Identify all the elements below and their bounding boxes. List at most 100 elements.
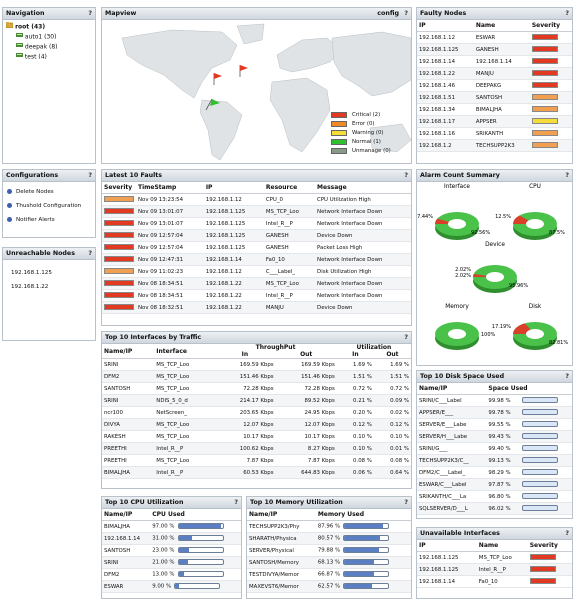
table-row[interactable]: Nov 09 13:23:54 192.168.1.12 CPU_0 CPU Util… (102, 193, 411, 206)
help-icon[interactable]: ? (565, 170, 569, 181)
table-row[interactable]: Nov 09 13:01:07 192.168.1.125 MS_TCP_Loo Ne… (102, 205, 411, 218)
help-icon[interactable]: ? (404, 8, 408, 19)
table-row[interactable]: 192.168.1.125 GANESH (417, 43, 572, 56)
tree-node-deepak[interactable]: deepak (8) (6, 42, 92, 52)
ip-cell: 192.168.1.125 (417, 563, 477, 576)
name-cell: ESWAR (473, 31, 530, 44)
table-row[interactable]: PREETHI MS_TCP_Loo 7.87 Kbps 7.87 Kbps 0.08 … (102, 454, 411, 467)
table-row[interactable]: ncr100 NetScreen_ 203.65 Kbps 24.95 Kbps 0.2… (102, 406, 411, 419)
table-row[interactable]: DIVYA MS_TCP_Loo 12.07 Kbps 12.07 Kbps 0.12 … (102, 418, 411, 431)
table-row[interactable]: DFM2/C___Label_ 98.29 % (417, 466, 572, 479)
table-row[interactable]: SRINI MS_TCP_Loo 169.59 Kbps 169.59 Kbps 1.6… (102, 358, 411, 371)
table-row[interactable]: 192.168.1.14 Fa0_10 (417, 575, 572, 588)
tree-node-test[interactable]: test (4) (6, 52, 92, 62)
table-row[interactable]: ESWAR 9.00 % (102, 580, 241, 593)
table-row[interactable]: 192.168.1.22 MANJU (417, 67, 572, 80)
configurations-title: Configurations (6, 172, 59, 179)
table-row[interactable]: APPSER/E___ 99.78 % (417, 406, 572, 419)
top-memory-title: Top 10 Memory Utilization (250, 499, 343, 506)
table-row[interactable]: DFM2 13.00 % (102, 568, 241, 581)
severity-bar (104, 220, 134, 227)
table-row[interactable]: TECHSUPP2K3/Phy 87.96 % (247, 520, 411, 533)
config-link[interactable]: config (377, 8, 399, 19)
help-icon[interactable]: ? (565, 371, 569, 382)
table-row[interactable]: SHARATH/Physica 80.57 % (247, 532, 411, 545)
table-row[interactable]: BIMALJHA Intel_R__P 60.53 Kbps 644.83 Kbps 0… (102, 466, 411, 479)
tree-node-root-label: root (43) (15, 23, 46, 31)
severity-cell (102, 241, 136, 254)
help-icon[interactable]: ? (88, 8, 92, 19)
table-row[interactable]: MAXEVST6/Memor 62.57 % (247, 580, 411, 593)
table-row[interactable]: 192.168.1.125 MS_TCP_Loo (417, 551, 572, 564)
table-row[interactable]: 192.168.1.16 SRIKANTH (417, 127, 572, 140)
table-row[interactable]: Nov 09 11:02:23 192.168.1.12 C___Label_ Dis… (102, 265, 411, 278)
table-row[interactable]: PREETHI Intel_R__P 100.62 Kbps 8.27 Kbps 0.1… (102, 442, 411, 455)
table-row[interactable]: SRINI NDIS_5_0_d 214.17 Kbps 89.52 Kbps 0.21… (102, 394, 411, 407)
memory-cell: 66.87 % (315, 568, 411, 581)
usage-bar (522, 481, 559, 488)
help-icon[interactable]: ? (404, 332, 408, 343)
folder-icon (5, 22, 14, 32)
link-label: Notifier Alerts (16, 217, 55, 223)
donut-value-a: 7.44% (417, 214, 433, 220)
table-row[interactable]: Nov 09 12:57:04 192.168.1.125 GANESH Packet… (102, 241, 411, 254)
table-row[interactable]: SRINI 21.00 % (102, 556, 241, 569)
table-row[interactable]: SRIKANTH/C___La 96.80 % (417, 490, 572, 503)
table-row[interactable]: SRINI/G___ 99.40 % (417, 442, 572, 455)
table-row[interactable]: 192.168.1.14 31.00 % (102, 532, 241, 545)
table-row[interactable]: Nov 09 12:57:04 192.168.1.125 GANESH Device… (102, 229, 411, 242)
throughput-in-cell: 203.65 Kbps (214, 406, 276, 419)
delete-nodes-link[interactable]: Delete Nodes (3, 185, 95, 199)
tree-node-auto1[interactable]: auto1 (30) (6, 32, 92, 42)
table-row[interactable]: 192.168.1.14 192.168.1.14 (417, 55, 572, 68)
table-row[interactable]: 192.168.1.125 Intel_R__P (417, 563, 572, 576)
table-row[interactable]: TESTDIVYA/Memor 66.87 % (247, 568, 411, 581)
table-row[interactable]: 192.168.1.12 ESWAR (417, 31, 572, 44)
timestamp-cell: Nov 09 13:01:07 (136, 205, 204, 218)
table-row[interactable]: DFM2 MS_TCP_Loo 151.46 Kbps 151.46 Kbps 1.51… (102, 370, 411, 383)
table-row[interactable]: SERVER/Physical 79.88 % (247, 544, 411, 557)
message-cell: Network Interface Down (315, 217, 411, 230)
table-row[interactable]: SANTOSH/Memory 68.13 % (247, 556, 411, 569)
table-row[interactable]: 192.168.1.17 APPSER (417, 115, 572, 128)
cpu-bar (174, 583, 221, 590)
severity-bar (529, 554, 556, 561)
interface-cell: NDIS_5_0_d (154, 394, 215, 407)
table-row[interactable]: Nov 09 12:47:31 192.168.1.14 Fa0_10 Network… (102, 253, 411, 266)
table-row[interactable]: SANTOSH 23.00 % (102, 544, 241, 557)
tree-node-root[interactable]: root (43) (5, 22, 92, 32)
table-row[interactable]: SANTOSH MS_TCP_Loo 72.28 Kbps 72.28 Kbps 0.7… (102, 382, 411, 395)
table-row[interactable]: TECHSUPP2K3/C__ 99.13 % (417, 454, 572, 467)
help-icon[interactable]: ? (88, 170, 92, 181)
table-row[interactable]: Nov 08 18:34:51 192.168.1.22 Intel_R__P Net… (102, 289, 411, 302)
table-row[interactable]: Nov 08 18:32:51 192.168.1.22 MANJU Device D… (102, 301, 411, 314)
help-icon[interactable]: ? (88, 248, 92, 259)
help-icon[interactable]: ? (404, 497, 408, 508)
table-row[interactable]: SQLSERVER/D___L 96.02 % (417, 502, 572, 515)
notifier-alerts-link[interactable]: Notifier Alerts (3, 213, 95, 227)
help-icon[interactable]: ? (234, 497, 238, 508)
help-icon[interactable]: ? (565, 8, 569, 19)
unreachable-node-item[interactable]: 192.168.1.22 (3, 280, 95, 294)
table-row[interactable]: Nov 08 18:34:51 192.168.1.22 MS_TCP_Loo Net… (102, 277, 411, 290)
table-row[interactable]: BIMALJHA 97.00 % (102, 520, 241, 533)
help-icon[interactable]: ? (404, 170, 408, 181)
table-row[interactable]: 192.168.1.46 DEEPAKG (417, 79, 572, 92)
help-icon[interactable]: ? (565, 528, 569, 539)
name-cell: SHARATH/Physica (247, 532, 316, 545)
value-cell: 99.55 % (486, 418, 521, 431)
table-row[interactable]: 192.168.1.34 BIMALJHA (417, 103, 572, 116)
table-row[interactable]: RAKESH MS_TCP_Loo 10.17 Kbps 10.17 Kbps 0.10… (102, 430, 411, 443)
unreachable-node-item[interactable]: 192.168.1.125 (3, 266, 95, 280)
donut-cpu: CPU 12.5% 87.5% (495, 184, 565, 240)
table-row[interactable]: Nov 09 13:01:07 192.168.1.125 Intel_R__P Ne… (102, 217, 411, 230)
table-row[interactable]: 192.168.1.2 TECHSUPP2K3 (417, 139, 572, 152)
table-row[interactable]: 192.168.1.51 SANTOSH (417, 91, 572, 104)
table-row[interactable]: ESWAR/C___Label 97.87 % (417, 478, 572, 491)
table-row[interactable]: SERVER/E___Labe 99.55 % (417, 418, 572, 431)
table-row[interactable]: SRINI/C___Label 99.98 % (417, 394, 572, 407)
bar-cell (520, 490, 572, 503)
legend-swatch (331, 147, 347, 154)
table-row[interactable]: SERVER/H___Labe 99.43 % (417, 430, 572, 443)
threshold-configuration-link[interactable]: Thushold Configuration (3, 199, 95, 213)
